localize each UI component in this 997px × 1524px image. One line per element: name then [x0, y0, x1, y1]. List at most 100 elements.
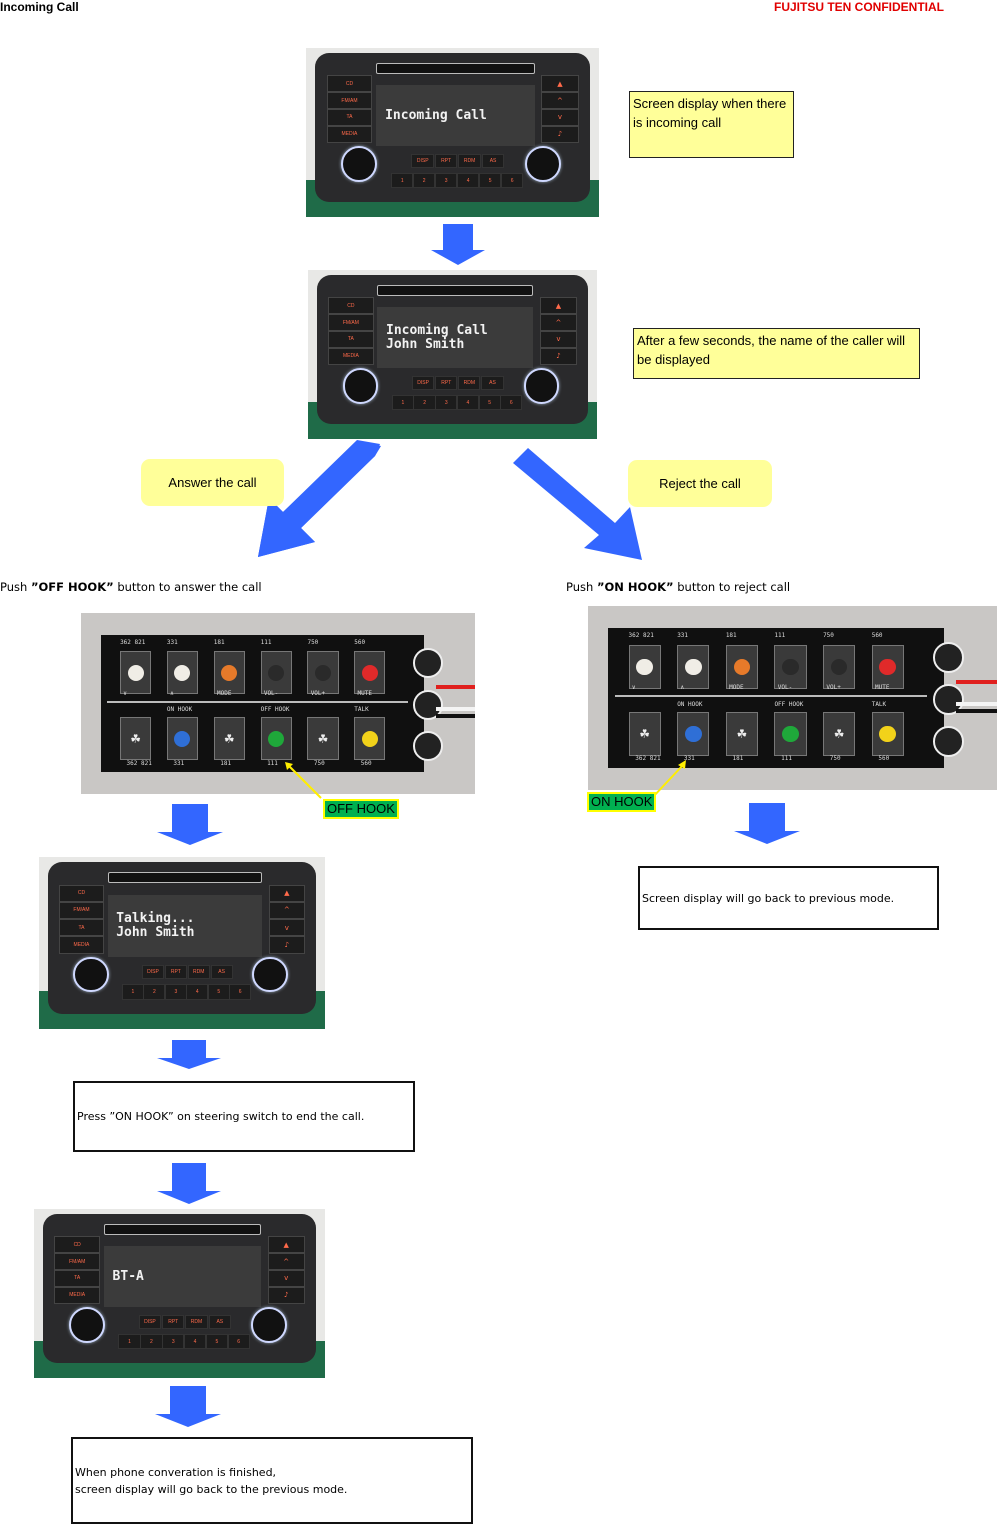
- wire-red: [435, 685, 475, 690]
- radio-side-button-1: ^: [268, 901, 305, 920]
- radio-side-button-3: ♪: [541, 125, 579, 143]
- reject-call-label: Reject the call: [628, 460, 772, 507]
- switch-key: [213, 651, 245, 695]
- answer-call-label: Answer the call: [141, 459, 284, 506]
- switch-key: [677, 644, 710, 689]
- arrow-down-icon: [157, 804, 223, 845]
- radio-preset-button: 6: [227, 1333, 250, 1350]
- note-reject-result: Screen display will go back to previous …: [638, 866, 939, 930]
- key-cap: [684, 658, 702, 676]
- radio-preset-button: 4: [456, 172, 480, 189]
- radio-button-0: CD: [328, 297, 374, 315]
- switch-board: 362 821 ∨ ☘ 362 821 331 ∧ ON HOOK 331 181 MODE ☘ 18…: [608, 628, 964, 768]
- radio-preset-button: 5: [478, 394, 501, 411]
- off-hook-tag: OFF HOOK: [323, 799, 399, 819]
- key-cap: [361, 664, 378, 681]
- note-line: screen display will go back to the previ…: [75, 1482, 348, 1496]
- wire-white: [435, 707, 475, 712]
- resistor-label: 750: [823, 632, 834, 640]
- key-cap: [174, 730, 191, 747]
- switch-key: [871, 644, 904, 689]
- palm-logo-icon: ☘: [639, 726, 651, 741]
- arrow-down-icon: [734, 803, 800, 844]
- radio-side-button-0: ▲: [540, 297, 577, 315]
- radio-preset-button: 6: [500, 394, 523, 411]
- resistor-label: 111: [774, 632, 786, 640]
- radio-preset-button: 5: [478, 172, 502, 189]
- radio-preset-button: 3: [164, 984, 187, 1000]
- radio-function-button: AS: [481, 376, 504, 390]
- confidential-label: FUJITSU TEN CONFIDENTIAL: [774, 0, 944, 14]
- radio-preset-button: 1: [118, 1333, 141, 1350]
- step-answer: Push ”OFF HOOK” button to answer the cal…: [0, 580, 262, 594]
- palm-logo-icon: ☘: [317, 731, 329, 746]
- key-function-label: MUTE: [357, 689, 372, 697]
- palm-logo-icon: ☘: [130, 731, 141, 746]
- radio-button-2: TA: [59, 918, 104, 937]
- radio-function-button: DISP: [138, 1315, 162, 1329]
- divider: [615, 695, 928, 698]
- resistor-label: 331: [677, 632, 689, 640]
- resistor-label: 362 821: [120, 638, 146, 646]
- switch-key: [677, 711, 710, 756]
- switch-key: [260, 717, 292, 761]
- radio-preset-button: 5: [207, 984, 230, 1000]
- key-function-label: VOL-: [263, 689, 279, 697]
- radio-button-0: CD: [326, 75, 373, 93]
- key-function-label: ∧: [680, 684, 685, 691]
- key-cap: [268, 664, 285, 681]
- terminal-hole: [933, 642, 964, 673]
- radio-preset-button: 1: [390, 172, 414, 189]
- divider: [107, 700, 408, 703]
- key-function-label: ∨: [631, 684, 636, 691]
- switch-key: [871, 711, 904, 756]
- note-call-finished: When phone converation is finished, scree…: [71, 1437, 473, 1524]
- radio-photo-bt-audio: BT-A CD FM/AM TA MEDIA ▲ ^ v ♪ DISP RPT RDM AS 1 2 3 4 5 6: [34, 1209, 325, 1378]
- radio-side-button-3: ♪: [268, 936, 305, 954]
- resistor-label: 111: [260, 638, 272, 646]
- palm-logo-icon: ☘: [736, 726, 748, 741]
- radio-function-button: RDM: [458, 376, 481, 390]
- radio-preset-button: 1: [391, 394, 415, 411]
- volume-knob: [73, 956, 109, 993]
- cd-slot: [377, 285, 534, 296]
- tune-knob: [523, 368, 560, 404]
- radio-function-button: DISP: [412, 376, 435, 390]
- radio-display: Incoming Call: [376, 85, 535, 146]
- tune-knob: [524, 146, 561, 183]
- resistor-label: 362 821: [126, 759, 152, 767]
- radio-side-button-2: v: [267, 1269, 305, 1288]
- key-function-label: ∨: [123, 689, 127, 697]
- radio-photo-incoming: Incoming Call CD FM/AM TA MEDIA ▲ ^ v ♪ DISP RPT RD…: [306, 48, 599, 217]
- radio-side-button-1: ^: [267, 1252, 305, 1271]
- terminal-hole: [413, 731, 444, 761]
- radio-preset-button: 2: [412, 172, 436, 189]
- pointer-line: [285, 762, 322, 799]
- radio-function-button: AS: [210, 965, 233, 980]
- on-hook-tag: ON HOOK: [587, 792, 657, 812]
- switch-key: ☘: [307, 717, 339, 761]
- radio-side-button-1: ^: [540, 313, 577, 332]
- radio-preset-button: 6: [229, 984, 252, 1000]
- radio-side-button-0: ▲: [268, 884, 305, 902]
- radio-preset-button: 3: [162, 1333, 185, 1350]
- resistor-label: 181: [213, 638, 225, 646]
- wire-black: [956, 709, 997, 714]
- key-cap: [684, 725, 702, 743]
- radio-display: Talking... John Smith: [107, 894, 263, 957]
- radio-function-button: RPT: [162, 1315, 185, 1329]
- key-cap: [830, 658, 848, 676]
- radio-preset-button: 4: [183, 1333, 207, 1350]
- step-reject: Push ”ON HOOK” button to reject call: [566, 580, 791, 594]
- key-function-label: MUTE: [875, 684, 890, 691]
- radio-photo-talking: Talking... John Smith CD FM/AM TA MEDIA ▲ ^ v ♪ DI…: [39, 857, 325, 1029]
- radio-function-button: DISP: [141, 965, 164, 980]
- resistor-label: 111: [781, 755, 792, 763]
- radio-side-button-0: ▲: [541, 75, 579, 93]
- key-function-label: VOL+: [310, 689, 326, 697]
- switch-key: [354, 717, 386, 761]
- resistor-label: 560: [354, 638, 366, 646]
- page-title: Incoming Call: [0, 0, 79, 14]
- terminal-hole: [413, 648, 444, 679]
- resistor-label: 181: [725, 632, 737, 640]
